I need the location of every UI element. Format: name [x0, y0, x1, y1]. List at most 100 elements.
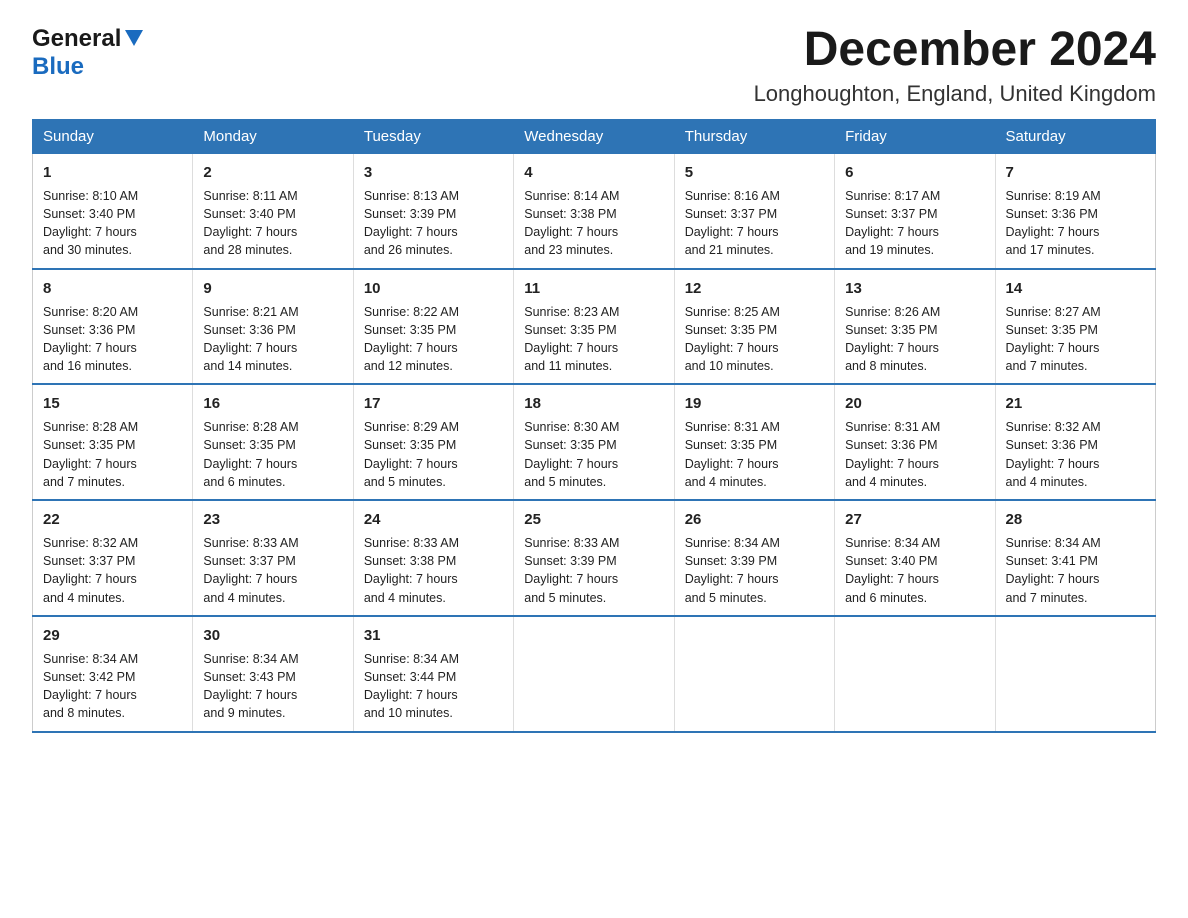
- day-number: 19: [685, 393, 824, 414]
- day-number: 2: [203, 162, 342, 183]
- calendar-day-cell: 30 Sunrise: 8:34 AMSunset: 3:43 PMDaylig…: [193, 616, 353, 732]
- day-info: Sunrise: 8:20 AMSunset: 3:36 PMDaylight:…: [43, 305, 138, 374]
- day-number: 30: [203, 625, 342, 646]
- day-number: 17: [364, 393, 503, 414]
- day-number: 7: [1006, 162, 1145, 183]
- day-info: Sunrise: 8:34 AMSunset: 3:41 PMDaylight:…: [1006, 536, 1101, 605]
- day-info: Sunrise: 8:31 AMSunset: 3:36 PMDaylight:…: [845, 420, 940, 489]
- day-info: Sunrise: 8:33 AMSunset: 3:37 PMDaylight:…: [203, 536, 298, 605]
- day-info: Sunrise: 8:33 AMSunset: 3:38 PMDaylight:…: [364, 536, 459, 605]
- day-number: 14: [1006, 278, 1145, 299]
- calendar-day-cell: [835, 616, 995, 732]
- calendar-week-row: 15 Sunrise: 8:28 AMSunset: 3:35 PMDaylig…: [33, 384, 1156, 500]
- day-number: 12: [685, 278, 824, 299]
- logo: General Blue: [32, 24, 145, 81]
- day-info: Sunrise: 8:33 AMSunset: 3:39 PMDaylight:…: [524, 536, 619, 605]
- page-header: General Blue December 2024 Longhoughton,…: [32, 24, 1156, 107]
- day-number: 13: [845, 278, 984, 299]
- calendar-day-cell: [995, 616, 1155, 732]
- day-info: Sunrise: 8:32 AMSunset: 3:37 PMDaylight:…: [43, 536, 138, 605]
- calendar-day-cell: 10 Sunrise: 8:22 AMSunset: 3:35 PMDaylig…: [353, 269, 513, 385]
- day-info: Sunrise: 8:25 AMSunset: 3:35 PMDaylight:…: [685, 305, 780, 374]
- day-number: 9: [203, 278, 342, 299]
- day-info: Sunrise: 8:14 AMSunset: 3:38 PMDaylight:…: [524, 189, 619, 258]
- calendar-day-cell: 11 Sunrise: 8:23 AMSunset: 3:35 PMDaylig…: [514, 269, 674, 385]
- logo-arrow: [123, 26, 145, 53]
- logo-blue: Blue: [32, 53, 84, 80]
- calendar-day-cell: [674, 616, 834, 732]
- calendar-day-cell: 6 Sunrise: 8:17 AMSunset: 3:37 PMDayligh…: [835, 153, 995, 268]
- day-info: Sunrise: 8:16 AMSunset: 3:37 PMDaylight:…: [685, 189, 780, 258]
- day-number: 4: [524, 162, 663, 183]
- calendar-day-cell: 17 Sunrise: 8:29 AMSunset: 3:35 PMDaylig…: [353, 384, 513, 500]
- day-info: Sunrise: 8:21 AMSunset: 3:36 PMDaylight:…: [203, 305, 298, 374]
- calendar-day-cell: 4 Sunrise: 8:14 AMSunset: 3:38 PMDayligh…: [514, 153, 674, 268]
- calendar-week-row: 22 Sunrise: 8:32 AMSunset: 3:37 PMDaylig…: [33, 500, 1156, 616]
- day-number: 15: [43, 393, 182, 414]
- calendar-day-cell: 28 Sunrise: 8:34 AMSunset: 3:41 PMDaylig…: [995, 500, 1155, 616]
- day-info: Sunrise: 8:32 AMSunset: 3:36 PMDaylight:…: [1006, 420, 1101, 489]
- day-info: Sunrise: 8:27 AMSunset: 3:35 PMDaylight:…: [1006, 305, 1101, 374]
- calendar-day-cell: 8 Sunrise: 8:20 AMSunset: 3:36 PMDayligh…: [33, 269, 193, 385]
- day-info: Sunrise: 8:28 AMSunset: 3:35 PMDaylight:…: [43, 420, 138, 489]
- day-number: 29: [43, 625, 182, 646]
- day-number: 8: [43, 278, 182, 299]
- day-number: 31: [364, 625, 503, 646]
- calendar-day-cell: 26 Sunrise: 8:34 AMSunset: 3:39 PMDaylig…: [674, 500, 834, 616]
- calendar-day-cell: 14 Sunrise: 8:27 AMSunset: 3:35 PMDaylig…: [995, 269, 1155, 385]
- calendar-day-cell: 12 Sunrise: 8:25 AMSunset: 3:35 PMDaylig…: [674, 269, 834, 385]
- day-info: Sunrise: 8:29 AMSunset: 3:35 PMDaylight:…: [364, 420, 459, 489]
- col-tuesday: Tuesday: [353, 119, 513, 153]
- day-info: Sunrise: 8:34 AMSunset: 3:42 PMDaylight:…: [43, 652, 138, 721]
- calendar-day-cell: 13 Sunrise: 8:26 AMSunset: 3:35 PMDaylig…: [835, 269, 995, 385]
- calendar-table: Sunday Monday Tuesday Wednesday Thursday…: [32, 119, 1156, 733]
- col-thursday: Thursday: [674, 119, 834, 153]
- day-number: 5: [685, 162, 824, 183]
- day-number: 22: [43, 509, 182, 530]
- day-number: 11: [524, 278, 663, 299]
- day-info: Sunrise: 8:11 AMSunset: 3:40 PMDaylight:…: [203, 189, 297, 258]
- day-number: 16: [203, 393, 342, 414]
- day-info: Sunrise: 8:34 AMSunset: 3:39 PMDaylight:…: [685, 536, 780, 605]
- day-info: Sunrise: 8:34 AMSunset: 3:44 PMDaylight:…: [364, 652, 459, 721]
- day-number: 1: [43, 162, 182, 183]
- calendar-day-cell: 9 Sunrise: 8:21 AMSunset: 3:36 PMDayligh…: [193, 269, 353, 385]
- calendar-day-cell: 16 Sunrise: 8:28 AMSunset: 3:35 PMDaylig…: [193, 384, 353, 500]
- day-info: Sunrise: 8:22 AMSunset: 3:35 PMDaylight:…: [364, 305, 459, 374]
- calendar-week-row: 29 Sunrise: 8:34 AMSunset: 3:42 PMDaylig…: [33, 616, 1156, 732]
- day-number: 24: [364, 509, 503, 530]
- col-sunday: Sunday: [33, 119, 193, 153]
- calendar-day-cell: 20 Sunrise: 8:31 AMSunset: 3:36 PMDaylig…: [835, 384, 995, 500]
- day-info: Sunrise: 8:19 AMSunset: 3:36 PMDaylight:…: [1006, 189, 1101, 258]
- day-info: Sunrise: 8:17 AMSunset: 3:37 PMDaylight:…: [845, 189, 940, 258]
- calendar-day-cell: 5 Sunrise: 8:16 AMSunset: 3:37 PMDayligh…: [674, 153, 834, 268]
- calendar-header-row: Sunday Monday Tuesday Wednesday Thursday…: [33, 119, 1156, 153]
- title-area: December 2024 Longhoughton, England, Uni…: [754, 24, 1156, 107]
- location-title: Longhoughton, England, United Kingdom: [754, 81, 1156, 107]
- calendar-day-cell: [514, 616, 674, 732]
- day-info: Sunrise: 8:31 AMSunset: 3:35 PMDaylight:…: [685, 420, 780, 489]
- calendar-day-cell: 2 Sunrise: 8:11 AMSunset: 3:40 PMDayligh…: [193, 153, 353, 268]
- day-number: 3: [364, 162, 503, 183]
- calendar-day-cell: 27 Sunrise: 8:34 AMSunset: 3:40 PMDaylig…: [835, 500, 995, 616]
- calendar-day-cell: 3 Sunrise: 8:13 AMSunset: 3:39 PMDayligh…: [353, 153, 513, 268]
- calendar-day-cell: 23 Sunrise: 8:33 AMSunset: 3:37 PMDaylig…: [193, 500, 353, 616]
- day-info: Sunrise: 8:10 AMSunset: 3:40 PMDaylight:…: [43, 189, 138, 258]
- day-number: 27: [845, 509, 984, 530]
- logo-general: General: [32, 25, 121, 53]
- day-info: Sunrise: 8:26 AMSunset: 3:35 PMDaylight:…: [845, 305, 940, 374]
- calendar-day-cell: 19 Sunrise: 8:31 AMSunset: 3:35 PMDaylig…: [674, 384, 834, 500]
- day-number: 25: [524, 509, 663, 530]
- day-number: 18: [524, 393, 663, 414]
- day-number: 21: [1006, 393, 1145, 414]
- day-number: 23: [203, 509, 342, 530]
- day-info: Sunrise: 8:34 AMSunset: 3:40 PMDaylight:…: [845, 536, 940, 605]
- day-number: 28: [1006, 509, 1145, 530]
- calendar-day-cell: 24 Sunrise: 8:33 AMSunset: 3:38 PMDaylig…: [353, 500, 513, 616]
- calendar-day-cell: 25 Sunrise: 8:33 AMSunset: 3:39 PMDaylig…: [514, 500, 674, 616]
- col-monday: Monday: [193, 119, 353, 153]
- calendar-day-cell: 7 Sunrise: 8:19 AMSunset: 3:36 PMDayligh…: [995, 153, 1155, 268]
- calendar-week-row: 1 Sunrise: 8:10 AMSunset: 3:40 PMDayligh…: [33, 153, 1156, 268]
- day-number: 20: [845, 393, 984, 414]
- col-friday: Friday: [835, 119, 995, 153]
